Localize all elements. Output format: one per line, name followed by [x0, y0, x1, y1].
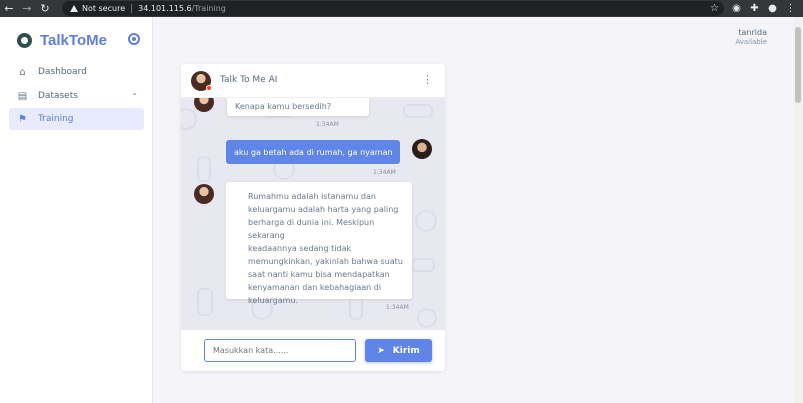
background-doodle — [415, 210, 437, 232]
message-line: keadaannya sedang tidak — [248, 244, 352, 253]
sidebar-item-label: Training — [38, 114, 74, 124]
sidebar-toggle-icon[interactable] — [128, 33, 140, 45]
message-line: saat nanti kamu bisa mendapatkan — [248, 270, 390, 279]
paper-plane-icon: ➤ — [377, 345, 385, 356]
user-status[interactable]: tanrida Available — [735, 28, 767, 46]
warning-icon — [70, 5, 78, 12]
bookmark-star-icon[interactable]: ☆ — [710, 3, 719, 14]
sidebar-item-dashboard[interactable]: ⌂ Dashboard — [9, 61, 144, 83]
status-dot — [206, 85, 212, 91]
send-button[interactable]: ➤ Kirim — [365, 339, 432, 362]
sidebar-item-datasets[interactable]: ▤ Datasets ⌃ — [9, 85, 144, 107]
message-line: keluargamu. — [248, 296, 298, 305]
message-time: 1:34AM — [316, 121, 339, 128]
message-line: kenyamanan dan kebahagiaan di — [248, 283, 382, 292]
user-avatar — [412, 139, 432, 159]
divider — [131, 4, 133, 13]
chat-composer: ➤ Kirim — [181, 330, 445, 371]
menu-kebab-icon[interactable]: ⋮ — [784, 2, 797, 15]
message-text: Kenapa kamu bersedih? — [235, 102, 332, 111]
home-icon: ⌂ — [19, 66, 26, 78]
forward-icon[interactable]: → — [18, 0, 36, 17]
background-doodle — [197, 288, 213, 316]
chat-card: Talk To Me AI ⋮ Kenapa kamu bersedih? 1:… — [181, 64, 445, 371]
message-line: berharga di dunia ini. Meskipun sekarang — [248, 218, 375, 240]
brand[interactable]: TalkToMe — [17, 32, 107, 49]
message-time: 1:34AM — [373, 169, 396, 176]
user-availability: Available — [735, 38, 767, 46]
user-name: tanrida — [738, 28, 767, 37]
sidebar-item-training[interactable]: ⚑ Training — [9, 108, 144, 130]
browser-toolbar: ← → ↻ Not secure 34.101.115.6/Training ☆… — [0, 0, 803, 17]
ai-message-bubble: Rumahmu adalah istanamu dan keluargamu a… — [226, 182, 412, 305]
ai-avatar — [194, 98, 214, 112]
puzzle-icon[interactable]: ✚ — [748, 2, 761, 15]
chat-messages[interactable]: Kenapa kamu bersedih? 1:34AM aku ga beta… — [181, 98, 445, 330]
sidebar: TalkToMe ⌂ Dashboard ▤ Datasets ⌃ ⚑ Trai… — [0, 17, 153, 403]
chat-header: Talk To Me AI ⋮ — [181, 64, 445, 98]
scroll-thumb[interactable] — [795, 27, 801, 103]
ai-avatar — [194, 184, 214, 204]
url-path: /Training — [191, 4, 226, 13]
message-line: keluargamu adalah harta yang paling — [248, 205, 399, 214]
ai-message-bubble: Kenapa kamu bersedih? — [227, 98, 369, 116]
background-doodle — [197, 156, 211, 182]
security-label: Not secure — [82, 4, 126, 13]
message-line: Rumahmu adalah istanamu dan — [248, 192, 376, 201]
brand-logo-icon — [17, 33, 32, 48]
chat-title: Talk To Me AI — [220, 75, 278, 85]
message-line: memungkinkan, yakinlah bahwa suatu — [248, 257, 403, 266]
profile-icon[interactable]: ● — [766, 2, 779, 15]
running-icon: ⚑ — [18, 113, 27, 125]
background-doodle — [181, 108, 197, 130]
url-host: 34.101.115.6 — [138, 4, 192, 13]
background-doodle — [411, 258, 435, 272]
message-text: aku ga betah ada di rumah, ga nyaman — [234, 148, 393, 157]
archive-icon: ▤ — [17, 90, 28, 102]
message-time: 1:34AM — [386, 304, 409, 311]
reload-icon[interactable]: ↻ — [36, 0, 54, 17]
brand-name: TalkToMe — [40, 32, 107, 49]
extension-icon[interactable]: ◉ — [730, 2, 743, 15]
user-message-bubble: aku ga betah ada di rumah, ga nyaman — [226, 140, 400, 164]
sidebar-item-label: Dashboard — [38, 67, 87, 77]
sidebar-item-label: Datasets — [38, 91, 78, 101]
page-scrollbar[interactable] — [793, 17, 803, 403]
more-options-icon[interactable]: ⋮ — [422, 74, 433, 85]
background-doodle — [417, 308, 437, 328]
send-label: Kirim — [392, 345, 420, 356]
back-icon[interactable]: ← — [0, 0, 18, 17]
address-bar[interactable]: Not secure 34.101.115.6/Training ☆ — [62, 1, 724, 16]
message-input[interactable] — [204, 339, 356, 362]
background-doodle — [403, 104, 433, 118]
chevron-up-icon: ⌃ — [131, 91, 138, 101]
